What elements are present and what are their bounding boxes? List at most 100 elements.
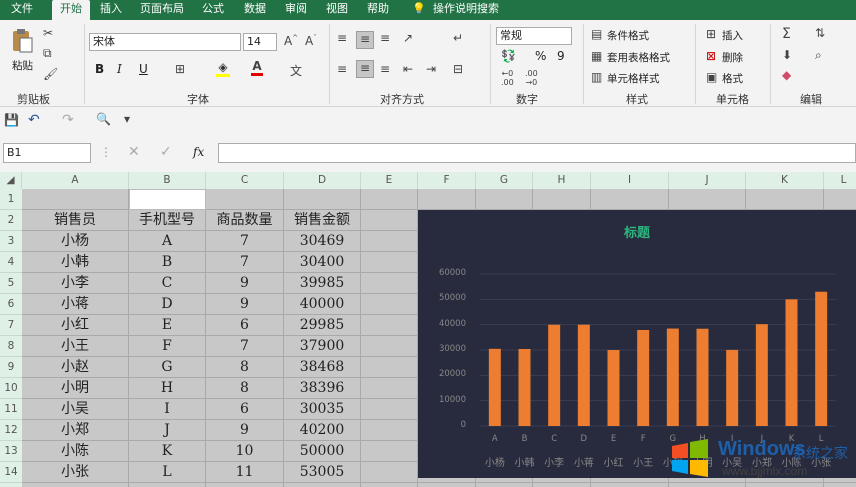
- align-left-icon[interactable]: ≡: [337, 62, 347, 76]
- chart-bar[interactable]: [726, 349, 739, 426]
- comma-button[interactable]: 9: [557, 49, 565, 63]
- insert-cells-icon[interactable]: ⊞: [706, 27, 716, 41]
- table-cell[interactable]: H: [129, 378, 206, 399]
- format-painter-icon[interactable]: 🖌: [43, 67, 58, 81]
- table-cell[interactable]: 30469: [284, 231, 361, 252]
- column-header[interactable]: I: [591, 172, 669, 189]
- table-cell[interactable]: 小吴: [22, 399, 129, 420]
- chart-bar[interactable]: [577, 324, 590, 426]
- cancel-icon[interactable]: ✕: [128, 144, 140, 160]
- column-header[interactable]: K: [746, 172, 824, 189]
- insert-function-button[interactable]: fx: [193, 145, 204, 159]
- chart-bar[interactable]: [755, 324, 768, 426]
- align-center-icon[interactable]: ≡: [356, 60, 374, 78]
- table-cell[interactable]: 10: [206, 441, 284, 462]
- row-header[interactable]: 5: [0, 273, 22, 294]
- table-cell[interactable]: 37900: [284, 336, 361, 357]
- format-as-table-button[interactable]: 套用表格格式: [607, 50, 670, 65]
- table-cell[interactable]: 7: [206, 252, 284, 273]
- table-cell[interactable]: 小杨: [22, 231, 129, 252]
- decrease-decimal-icon[interactable]: .00 →0: [525, 69, 538, 87]
- selected-cell-b1[interactable]: [129, 189, 206, 210]
- chart-bar[interactable]: [518, 348, 531, 426]
- name-box[interactable]: B1: [3, 143, 91, 163]
- cell-styles-button[interactable]: 单元格样式: [607, 71, 660, 86]
- chart-bar[interactable]: [607, 350, 620, 426]
- table-cell[interactable]: 38396: [284, 378, 361, 399]
- copy-icon[interactable]: ⧉: [43, 46, 52, 61]
- table-cell[interactable]: B: [129, 252, 206, 273]
- table-cell[interactable]: 9: [206, 294, 284, 315]
- table-cell[interactable]: 小李: [22, 273, 129, 294]
- tab-view[interactable]: 视图: [320, 0, 354, 20]
- format-cells-icon[interactable]: ▣: [706, 70, 717, 84]
- column-header[interactable]: H: [533, 172, 591, 189]
- table-cell[interactable]: 40200: [284, 420, 361, 441]
- table-cell[interactable]: 小张: [22, 462, 129, 483]
- column-header[interactable]: B: [129, 172, 206, 189]
- enter-icon[interactable]: ✓: [160, 144, 172, 160]
- sort-filter-icon[interactable]: ⇅: [815, 26, 825, 40]
- row-header[interactable]: 6: [0, 294, 22, 315]
- formula-input[interactable]: [218, 143, 856, 163]
- table-cell[interactable]: K: [129, 441, 206, 462]
- table-cell[interactable]: 11: [206, 462, 284, 483]
- font-size-select[interactable]: 14: [243, 33, 277, 51]
- border-icon[interactable]: ⊞: [175, 62, 185, 76]
- column-header[interactable]: J: [669, 172, 746, 189]
- shrink-font-icon[interactable]: Aˇ: [305, 34, 317, 48]
- table-cell[interactable]: 53005: [284, 462, 361, 483]
- chart-bar[interactable]: [785, 299, 798, 426]
- row-header[interactable]: 9: [0, 357, 22, 378]
- row-header[interactable]: 2: [0, 210, 22, 231]
- formula-bar-options-icon[interactable]: ⋮: [100, 145, 112, 159]
- format-table-icon[interactable]: ▦: [591, 49, 602, 63]
- row-header[interactable]: 13: [0, 441, 22, 462]
- column-header[interactable]: E: [361, 172, 418, 189]
- table-cell[interactable]: 38468: [284, 357, 361, 378]
- grow-font-icon[interactable]: A^: [284, 34, 298, 48]
- tab-home[interactable]: 开始: [52, 0, 90, 20]
- table-cell[interactable]: 9: [206, 420, 284, 441]
- row-header[interactable]: 11: [0, 399, 22, 420]
- row-header[interactable]: 4: [0, 252, 22, 273]
- conditional-format-icon[interactable]: ▤: [591, 27, 602, 41]
- font-name-select[interactable]: 宋体: [89, 33, 241, 51]
- fill-icon[interactable]: ⬇: [782, 48, 792, 62]
- font-color-icon[interactable]: A: [251, 59, 263, 76]
- row-header[interactable]: 7: [0, 315, 22, 336]
- align-bottom-icon[interactable]: ≡: [380, 31, 390, 45]
- table-cell[interactable]: 6: [206, 399, 284, 420]
- tab-insert[interactable]: 插入: [94, 0, 128, 20]
- table-cell[interactable]: F: [129, 336, 206, 357]
- autosum-icon[interactable]: Σ: [782, 26, 791, 42]
- tab-formulas[interactable]: 公式: [196, 0, 230, 20]
- align-right-icon[interactable]: ≡: [380, 62, 390, 76]
- column-header[interactable]: D: [284, 172, 361, 189]
- table-cell[interactable]: 30400: [284, 252, 361, 273]
- format-cells-button[interactable]: 格式: [722, 71, 743, 86]
- table-cell[interactable]: 小陈: [22, 441, 129, 462]
- select-all-corner[interactable]: ◢: [0, 172, 22, 189]
- chart-bar[interactable]: [488, 348, 501, 426]
- increase-decimal-icon[interactable]: ←0.00: [501, 69, 514, 87]
- wrap-text-icon[interactable]: ↵: [453, 31, 463, 45]
- table-cell[interactable]: I: [129, 399, 206, 420]
- number-format-select[interactable]: 常规: [496, 27, 572, 45]
- table-cell[interactable]: G: [129, 357, 206, 378]
- delete-cells-icon[interactable]: ⊠: [706, 49, 716, 63]
- table-cell[interactable]: 小王: [22, 336, 129, 357]
- chart-bar[interactable]: [637, 329, 650, 426]
- merge-center-icon[interactable]: ⊟: [453, 62, 463, 76]
- customize-qat-icon[interactable]: ▾: [124, 112, 130, 126]
- table-cell[interactable]: 小蒋: [22, 294, 129, 315]
- table-cell[interactable]: 销售员: [22, 210, 129, 231]
- table-cell[interactable]: 8: [206, 378, 284, 399]
- table-cell[interactable]: 30035: [284, 399, 361, 420]
- table-cell[interactable]: 8: [206, 357, 284, 378]
- table-cell[interactable]: 小郑: [22, 420, 129, 441]
- table-cell[interactable]: 小韩: [22, 252, 129, 273]
- paste-label[interactable]: 粘贴: [12, 58, 33, 73]
- table-cell[interactable]: 9: [206, 273, 284, 294]
- tab-page-layout[interactable]: 页面布局: [136, 0, 188, 20]
